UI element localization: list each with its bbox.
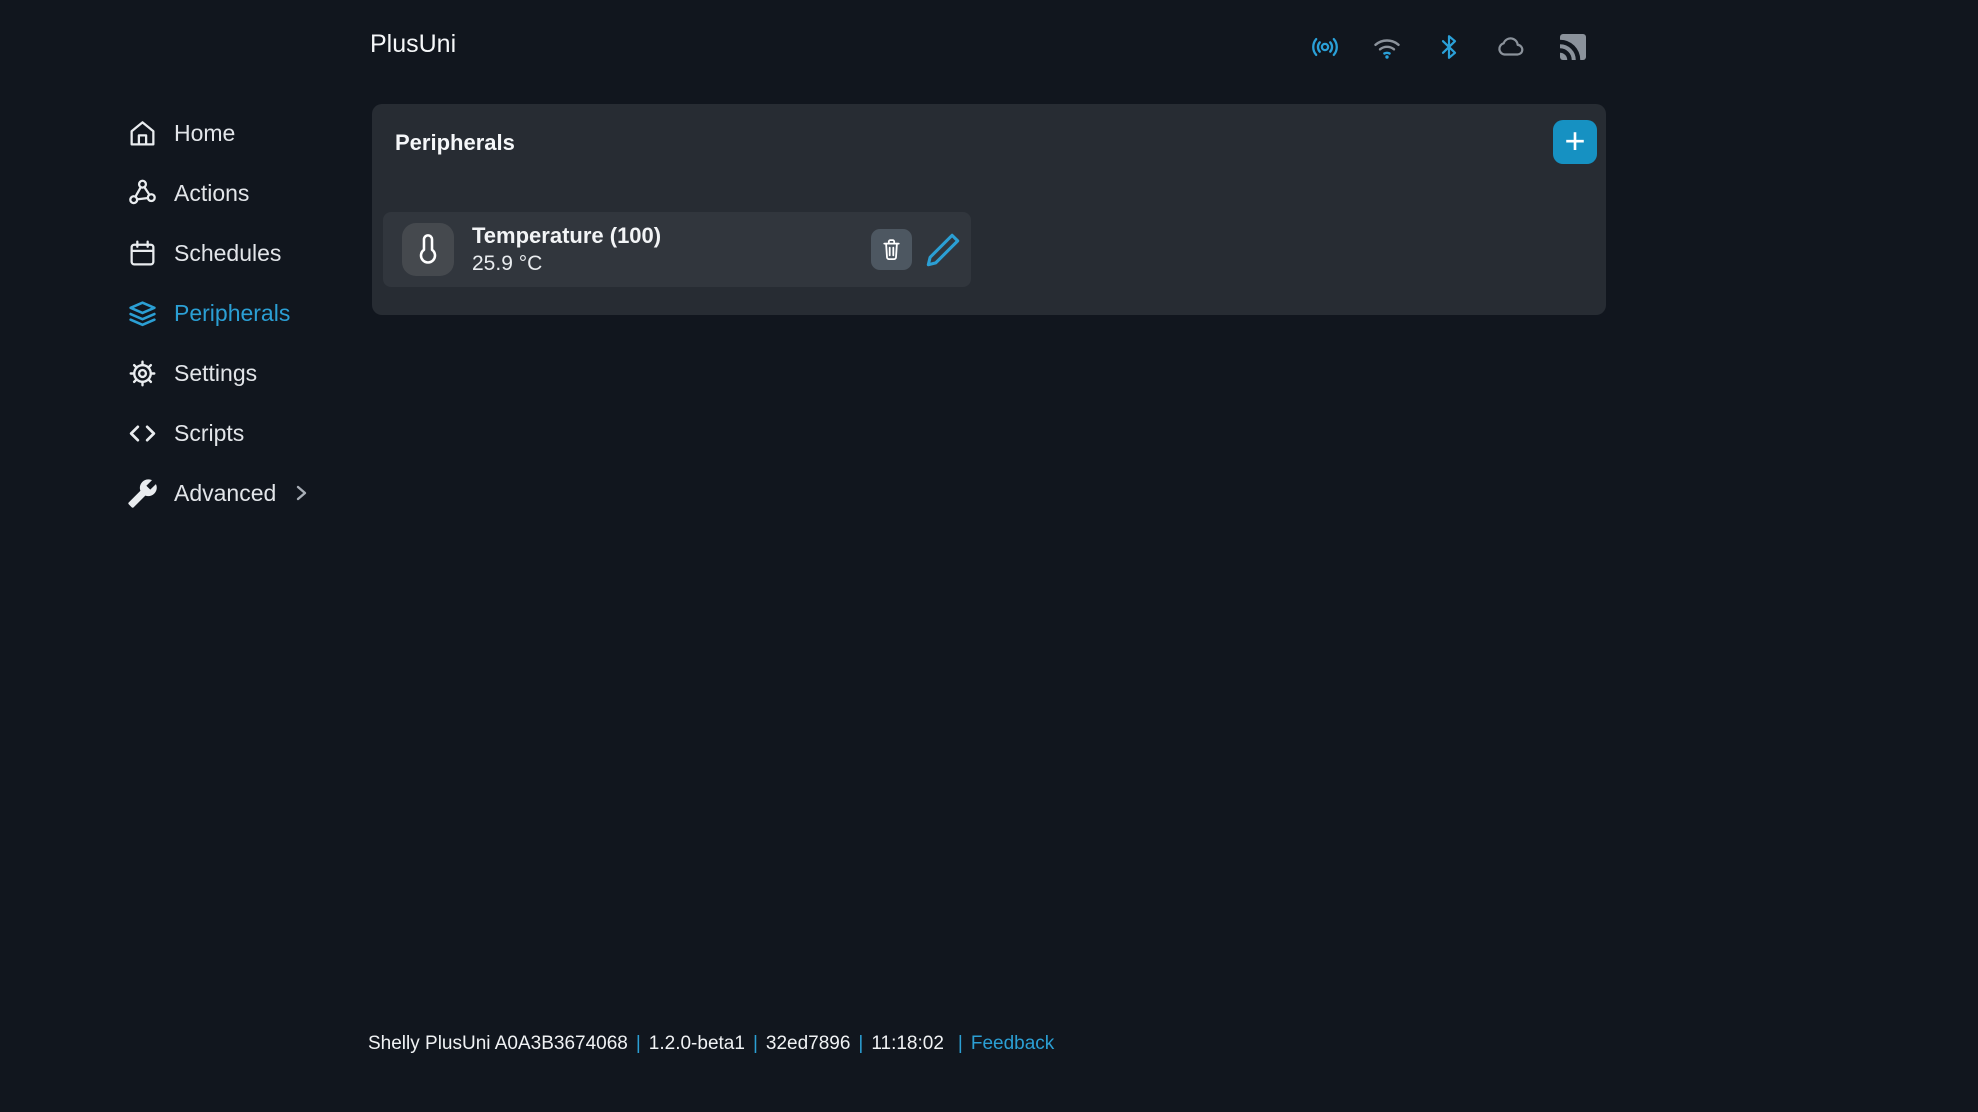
row-actions: [871, 228, 965, 272]
access-point-icon[interactable]: [1309, 31, 1341, 63]
sidebar-item-label: Peripherals: [174, 300, 290, 327]
sidebar: Home Actions Schedules: [127, 103, 357, 523]
status-bar: [1309, 31, 1589, 63]
sidebar-item-label: Home: [174, 120, 235, 147]
footer: Shelly PlusUni A0A3B3674068 | 1.2.0-beta…: [368, 1033, 1054, 1055]
sidebar-item-settings[interactable]: Settings: [127, 343, 357, 403]
footer-separator: |: [745, 1033, 766, 1055]
peripherals-panel: Peripherals + Temperature (100) 25.9 °C: [372, 104, 1606, 315]
add-peripheral-button[interactable]: +: [1553, 120, 1597, 164]
peripheral-info: Temperature (100) 25.9 °C: [472, 223, 661, 276]
sidebar-item-actions[interactable]: Actions: [127, 163, 357, 223]
sidebar-item-label: Advanced: [174, 480, 276, 507]
pencil-icon: [922, 229, 964, 271]
sidebar-item-peripherals[interactable]: Peripherals: [127, 283, 357, 343]
layers-icon: [127, 298, 158, 329]
footer-separator: |: [850, 1033, 871, 1055]
calendar-icon: [127, 238, 158, 269]
footer-time: 11:18:02: [871, 1033, 944, 1055]
sidebar-item-label: Actions: [174, 180, 249, 207]
footer-separator: |: [944, 1033, 971, 1055]
sidebar-item-label: Schedules: [174, 240, 281, 267]
edit-peripheral-button[interactable]: [921, 228, 965, 272]
code-icon: [127, 418, 158, 449]
mqtt-icon[interactable]: [1557, 31, 1589, 63]
page-title: PlusUni: [370, 30, 456, 59]
peripheral-value: 25.9 °C: [472, 252, 661, 276]
sidebar-item-advanced[interactable]: Advanced: [127, 463, 357, 523]
feedback-link[interactable]: Feedback: [971, 1033, 1054, 1055]
home-icon: [127, 118, 158, 149]
footer-build: 32ed7896: [766, 1033, 851, 1055]
cloud-icon[interactable]: [1495, 31, 1527, 63]
thermometer-icon: [412, 232, 444, 268]
panel-title: Peripherals: [395, 130, 515, 156]
wifi-icon[interactable]: [1371, 31, 1403, 63]
delete-peripheral-button[interactable]: [871, 229, 912, 270]
sidebar-item-home[interactable]: Home: [127, 103, 357, 163]
footer-separator: |: [628, 1033, 649, 1055]
footer-device: Shelly PlusUni A0A3B3674068: [368, 1033, 628, 1055]
peripheral-row-temperature: Temperature (100) 25.9 °C: [383, 212, 971, 287]
sidebar-item-label: Settings: [174, 360, 257, 387]
footer-version: 1.2.0-beta1: [649, 1033, 745, 1055]
sidebar-item-label: Scripts: [174, 420, 244, 447]
plus-icon: +: [1564, 121, 1585, 161]
gear-icon: [127, 358, 158, 389]
wrench-icon: [127, 478, 158, 509]
thermometer-tile: [402, 223, 454, 276]
sidebar-item-scripts[interactable]: Scripts: [127, 403, 357, 463]
sidebar-item-schedules[interactable]: Schedules: [127, 223, 357, 283]
actions-icon: [127, 178, 158, 209]
bluetooth-icon[interactable]: [1433, 31, 1465, 63]
trash-icon: [878, 236, 905, 263]
peripheral-name: Temperature (100): [472, 223, 661, 249]
chevron-right-icon: [294, 483, 308, 503]
